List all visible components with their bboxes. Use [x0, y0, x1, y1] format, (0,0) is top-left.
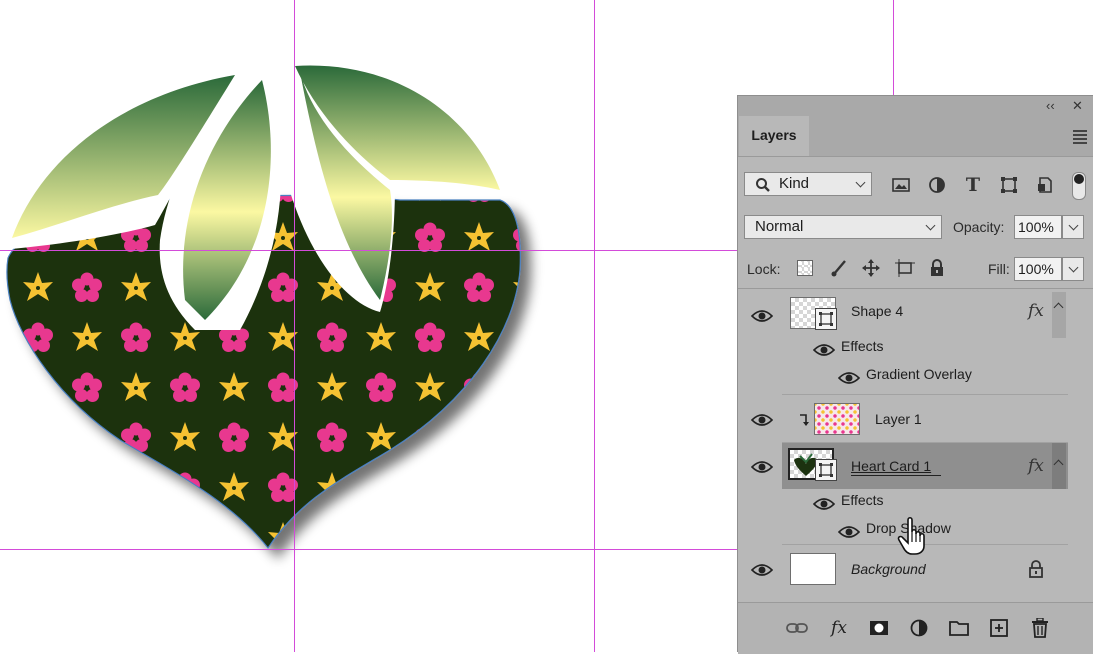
adjustment-icon[interactable]: [908, 617, 930, 639]
layer-name: Background: [851, 561, 926, 577]
filter-toggle[interactable]: [1072, 172, 1086, 200]
shape-thumbnail-icon: [815, 308, 837, 330]
lock-artboard-icon[interactable]: [894, 257, 916, 279]
collapse-effects-icon[interactable]: [1052, 443, 1066, 489]
layer-row[interactable]: Shape 4 fx Effects Gradient Overlay: [738, 292, 1068, 392]
layers-panel: ‹‹ ✕ Layers Kind T Normal Opacity: 100% …: [737, 95, 1093, 654]
fill-label: Fill:: [988, 261, 1010, 277]
filter-kind-value: Kind: [779, 175, 810, 192]
collapse-effects-icon[interactable]: [1052, 292, 1066, 338]
filter-kind-dropdown[interactable]: Kind: [744, 172, 872, 196]
effects-eye-icon[interactable]: [813, 343, 835, 357]
effects-label: Effects: [841, 338, 884, 354]
lock-all-icon[interactable]: [926, 257, 948, 279]
fill-dropdown[interactable]: [1062, 257, 1084, 281]
lock-label: Lock:: [747, 261, 781, 277]
layers-bottom-bar: fx: [738, 602, 1093, 654]
tab-layers[interactable]: Layers: [739, 116, 809, 156]
type-filter-icon[interactable]: T: [962, 174, 984, 196]
hand-cursor-icon: [897, 516, 925, 555]
image-filter-icon[interactable]: [890, 174, 912, 196]
layer-thumbnail: [790, 553, 836, 585]
layer-name: Layer 1: [875, 411, 922, 427]
visibility-eye-icon[interactable]: [751, 309, 773, 323]
folder-icon[interactable]: [948, 617, 970, 639]
opacity-dropdown[interactable]: [1062, 215, 1084, 239]
mask-icon[interactable]: [868, 617, 890, 639]
effect-name: Gradient Overlay: [866, 366, 972, 382]
visibility-eye-icon[interactable]: [751, 460, 773, 474]
opacity-label: Opacity:: [953, 219, 1005, 235]
fx-icon[interactable]: fx: [828, 617, 850, 639]
collapse-icon[interactable]: ‹‹: [1046, 98, 1055, 113]
effect-eye-icon[interactable]: [838, 371, 860, 385]
effects-label: Effects: [841, 492, 884, 508]
shape-thumbnail-icon: [815, 459, 837, 481]
lock-paint-icon[interactable]: [828, 257, 850, 279]
layer-thumbnail: [814, 403, 860, 435]
panel-tab-row: Layers: [738, 116, 1093, 157]
blend-mode-dropdown[interactable]: Normal: [744, 215, 942, 239]
opacity-input[interactable]: 100%: [1014, 215, 1062, 239]
new-layer-icon[interactable]: [988, 617, 1010, 639]
vertical-guide: [294, 0, 295, 652]
blend-mode-value: Normal: [755, 218, 804, 235]
shape-filter-icon[interactable]: [998, 174, 1020, 196]
layer-lock-icon: [1029, 560, 1043, 578]
clipping-mask-icon: [800, 414, 809, 426]
smart-object-filter-icon[interactable]: [1034, 174, 1056, 196]
trash-icon[interactable]: [1029, 617, 1051, 639]
panel-menu-icon[interactable]: [1073, 130, 1087, 146]
adjustment-filter-icon[interactable]: [926, 174, 948, 196]
effect-eye-icon[interactable]: [838, 525, 860, 539]
link-icon[interactable]: [786, 617, 808, 639]
fx-icon[interactable]: fx: [1028, 301, 1044, 321]
layer-name: Shape 4: [851, 303, 904, 319]
layer-row[interactable]: Layer 1: [738, 396, 1068, 442]
vertical-guide: [594, 0, 595, 652]
lock-transparent-icon[interactable]: [794, 257, 816, 279]
search-icon: [756, 178, 770, 192]
vertical-guide: [893, 0, 894, 95]
panel-titlebar[interactable]: ‹‹ ✕: [738, 96, 1093, 116]
lock-move-icon[interactable]: [860, 257, 882, 279]
fill-input[interactable]: 100%: [1014, 257, 1062, 281]
visibility-eye-icon[interactable]: [751, 563, 773, 577]
visibility-eye-icon[interactable]: [751, 413, 773, 427]
effects-eye-icon[interactable]: [813, 497, 835, 511]
close-icon[interactable]: ✕: [1072, 98, 1083, 114]
fx-icon[interactable]: fx: [1028, 456, 1044, 476]
layer-name: Heart Card 1: [851, 458, 932, 474]
